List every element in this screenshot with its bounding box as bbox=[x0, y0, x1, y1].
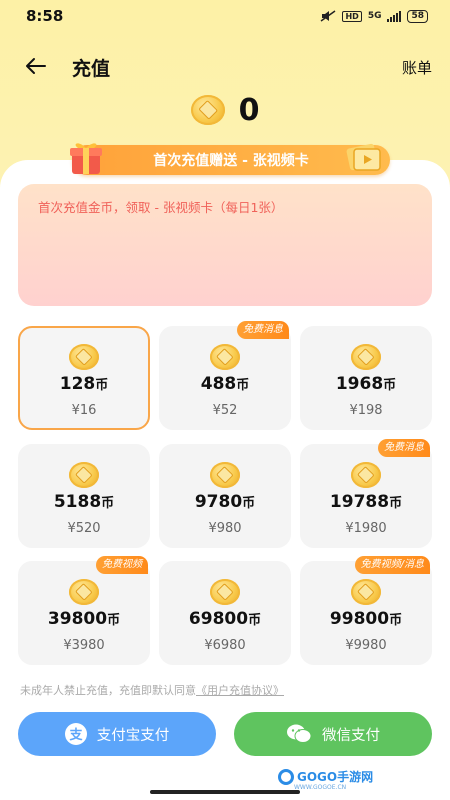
package-amount: 128币 bbox=[20, 374, 148, 394]
package-price: ¥520 bbox=[67, 521, 101, 536]
package-badge: 免费消息 bbox=[237, 321, 289, 339]
package-card[interactable]: 5188币 ¥520 bbox=[18, 444, 150, 548]
back-arrow-icon[interactable] bbox=[24, 54, 48, 78]
page-title: 充值 bbox=[72, 58, 111, 80]
battery-icon: 58 bbox=[407, 9, 428, 23]
coin-icon bbox=[210, 344, 240, 370]
package-grid: 128币 ¥16 488币 ¥52 免费消息 1968币 ¥198 5188币 ¥520 9780… bbox=[18, 321, 432, 666]
package-amount-value: 5188 bbox=[53, 492, 102, 512]
package-badge: 免费视频/消息 bbox=[354, 556, 430, 574]
package-amount: 19788币 bbox=[302, 492, 430, 512]
package-price: ¥6980 bbox=[204, 638, 246, 653]
first-recharge-banner: 首次充值赠送 - 张视频卡 bbox=[72, 145, 390, 175]
package-amount: 9780币 bbox=[161, 492, 289, 512]
alipay-label: 支付宝支付 bbox=[96, 727, 170, 744]
wechat-pay-label: 微信支付 bbox=[322, 727, 380, 744]
coin-icon bbox=[69, 462, 99, 488]
package-card[interactable]: 488币 ¥52 免费消息 bbox=[159, 321, 291, 430]
package-amount-unit: 币 bbox=[95, 378, 109, 393]
package-card[interactable]: 69800币 ¥6980 bbox=[159, 561, 291, 665]
alipay-icon: 支 bbox=[64, 723, 87, 745]
package-amount-unit: 币 bbox=[236, 378, 250, 393]
package-amount-value: 39800 bbox=[47, 609, 108, 629]
coin-icon bbox=[351, 462, 381, 488]
package-amount-unit: 币 bbox=[248, 613, 262, 628]
package-amount-unit: 币 bbox=[107, 613, 121, 628]
watermark-circle-icon bbox=[278, 768, 294, 785]
package-amount-value: 19788 bbox=[329, 492, 390, 512]
coin-icon bbox=[351, 579, 381, 605]
package-price: ¥52 bbox=[212, 403, 238, 418]
package-amount-value: 128 bbox=[59, 374, 96, 394]
network-type: 5G bbox=[367, 11, 382, 21]
package-amount: 99800币 bbox=[302, 609, 430, 629]
package-card[interactable]: 1968币 ¥198 bbox=[300, 326, 432, 430]
coin-balance: 0 bbox=[0, 90, 450, 130]
header: 充值 账单 bbox=[0, 48, 450, 84]
agreement-link[interactable]: 《用户充值协议》 bbox=[196, 684, 284, 697]
alipay-button[interactable]: 支 支付宝支付 bbox=[18, 712, 216, 756]
bill-link[interactable]: 账单 bbox=[402, 57, 432, 78]
coin-icon bbox=[351, 344, 381, 370]
package-card[interactable]: 99800币 ¥9980 免费视频/消息 bbox=[300, 556, 432, 665]
coin-icon bbox=[69, 579, 99, 605]
package-price: ¥198 bbox=[349, 403, 383, 418]
package-amount-unit: 币 bbox=[383, 378, 397, 393]
package-badge: 免费消息 bbox=[378, 439, 430, 457]
package-amount-unit: 币 bbox=[389, 613, 403, 628]
status-bar: 8:58 HD 5G 58 bbox=[0, 0, 450, 32]
package-amount-unit: 币 bbox=[389, 496, 403, 511]
agreement-text: 未成年人禁止充值，充值即默认同意 bbox=[20, 684, 196, 697]
package-badge: 免费视频 bbox=[96, 556, 148, 574]
package-amount: 488币 bbox=[161, 374, 289, 394]
hd-badge: HD bbox=[342, 10, 362, 22]
balance-value: 0 bbox=[238, 92, 260, 128]
coin-icon bbox=[210, 579, 240, 605]
package-card[interactable]: 39800币 ¥3980 免费视频 bbox=[18, 556, 150, 665]
status-icons: HD 5G 58 bbox=[320, 9, 428, 23]
package-price: ¥980 bbox=[208, 521, 242, 536]
package-amount-value: 99800 bbox=[329, 609, 390, 629]
agreement-notice: 未成年人禁止充值，充值即默认同意《用户充值协议》 bbox=[20, 682, 284, 698]
coin-icon bbox=[190, 95, 225, 125]
package-price: ¥1980 bbox=[345, 521, 387, 536]
coin-icon bbox=[69, 344, 99, 370]
package-amount-value: 1968 bbox=[335, 374, 384, 394]
package-price: ¥16 bbox=[71, 403, 97, 418]
svg-text:支: 支 bbox=[68, 727, 83, 743]
promo-info-box: 首次充值金币，领取 - 张视频卡（每日1张） bbox=[18, 184, 432, 306]
home-indicator[interactable] bbox=[150, 790, 300, 794]
signal-icon bbox=[387, 10, 402, 22]
package-price: ¥9980 bbox=[345, 638, 387, 653]
package-amount-unit: 币 bbox=[242, 496, 256, 511]
mute-icon bbox=[321, 10, 336, 22]
package-amount: 39800币 bbox=[20, 609, 148, 629]
package-amount: 69800币 bbox=[161, 609, 289, 629]
wechat-icon bbox=[287, 724, 312, 743]
package-amount: 1968币 bbox=[302, 374, 430, 394]
package-card[interactable]: 9780币 ¥980 bbox=[159, 444, 291, 548]
package-amount-value: 488 bbox=[200, 374, 237, 394]
package-amount: 5188币 bbox=[20, 492, 148, 512]
coin-icon bbox=[210, 462, 240, 488]
package-card[interactable]: 128币 ¥16 bbox=[18, 326, 150, 430]
package-amount-value: 69800 bbox=[188, 609, 249, 629]
status-time: 8:58 bbox=[26, 7, 64, 25]
package-card[interactable]: 19788币 ¥1980 免费消息 bbox=[300, 439, 432, 548]
video-card-icon bbox=[346, 143, 381, 171]
gift-box-icon bbox=[70, 143, 102, 174]
wechat-pay-button[interactable]: 微信支付 bbox=[234, 712, 432, 756]
watermark-brand: GOGO手游网 bbox=[297, 770, 374, 784]
watermark-logo: GOGO手游网 bbox=[278, 768, 373, 785]
watermark-url: WWW.GOGOE.CN bbox=[294, 784, 347, 791]
promo-info-text: 首次充值金币，领取 - 张视频卡（每日1张） bbox=[38, 200, 284, 215]
package-amount-unit: 币 bbox=[101, 496, 115, 511]
package-amount-value: 9780 bbox=[194, 492, 243, 512]
first-recharge-banner-text: 首次充值赠送 - 张视频卡 bbox=[153, 153, 309, 169]
package-price: ¥3980 bbox=[63, 638, 105, 653]
